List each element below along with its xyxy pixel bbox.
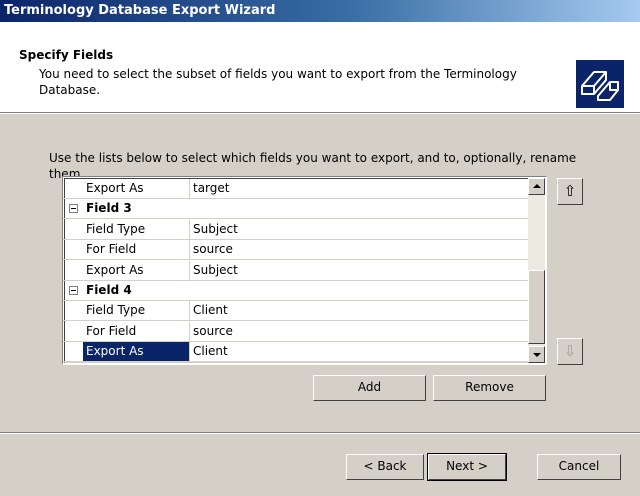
row-gutter xyxy=(63,240,83,259)
title-bar: Terminology Database Export Wizard xyxy=(0,0,640,22)
row-gutter xyxy=(63,220,83,239)
cancel-button[interactable]: Cancel xyxy=(537,454,621,480)
grid-property-row[interactable]: Export As target xyxy=(63,179,528,199)
property-value[interactable]: source xyxy=(190,240,528,259)
add-button-label: Add xyxy=(357,380,382,394)
property-name: For Field xyxy=(83,240,190,260)
grid-property-row[interactable]: Export As Client xyxy=(63,342,528,363)
property-value[interactable]: target xyxy=(190,179,528,198)
page-title: Specify Fields xyxy=(19,48,114,62)
grid-property-row[interactable]: For Field source xyxy=(63,321,528,342)
property-value[interactable]: source xyxy=(190,322,528,341)
property-name: Field Type xyxy=(83,219,190,239)
category-name: Field 3 xyxy=(86,201,132,216)
remove-button[interactable]: Remove xyxy=(433,375,546,401)
grid-property-row[interactable]: Export As Subject xyxy=(63,260,528,281)
next-button[interactable]: Next > xyxy=(427,453,507,481)
grid-category-row[interactable]: Field 3 xyxy=(63,199,528,220)
row-gutter xyxy=(63,281,83,300)
next-button-label: Next > xyxy=(446,459,488,473)
back-button[interactable]: < Back xyxy=(346,454,424,480)
move-down-button[interactable]: ⇩ xyxy=(557,338,583,365)
category-name: Field 4 xyxy=(86,283,132,297)
field-property-grid[interactable]: Export As target Field 3 Field Type Subject F… xyxy=(62,176,547,365)
arrow-up-icon xyxy=(533,184,541,188)
scroll-down-button[interactable] xyxy=(528,346,545,363)
grid-category-row[interactable]: Field 4 xyxy=(63,281,528,301)
property-value[interactable]: Client xyxy=(190,301,528,320)
wizard-header: Specify Fields You need to select the su… xyxy=(0,22,640,112)
header-separator xyxy=(0,112,640,114)
page-description: You need to select the subset of fields … xyxy=(39,67,517,97)
grid-property-row[interactable]: Field Type Client xyxy=(63,301,528,322)
scroll-up-button[interactable] xyxy=(528,178,545,195)
row-gutter xyxy=(63,322,83,341)
property-name: For Field xyxy=(83,321,190,341)
property-name: Field Type xyxy=(83,301,190,321)
move-up-button[interactable]: ⇧ xyxy=(557,178,583,205)
footer-separator xyxy=(0,432,640,434)
move-up-arrow-icon: ⇧ xyxy=(563,182,577,200)
back-button-label: < Back xyxy=(363,459,407,473)
grid-vertical-scrollbar[interactable] xyxy=(528,178,545,363)
row-gutter xyxy=(63,179,83,198)
remove-button-label: Remove xyxy=(465,380,514,394)
property-value[interactable]: Subject xyxy=(190,220,528,239)
cancel-button-label: Cancel xyxy=(558,459,600,473)
row-gutter xyxy=(63,342,83,361)
grid-property-row[interactable]: For Field source xyxy=(63,240,528,261)
property-name: Export As xyxy=(83,260,190,280)
property-value[interactable]: Subject xyxy=(190,261,528,280)
window-title: Terminology Database Export Wizard xyxy=(4,3,276,18)
move-down-arrow-icon: ⇩ xyxy=(563,342,577,360)
property-value-editor[interactable]: Client xyxy=(190,342,528,361)
row-gutter xyxy=(63,301,83,320)
property-name: Export As xyxy=(83,342,190,362)
add-button[interactable]: Add xyxy=(313,375,426,401)
row-gutter xyxy=(63,199,83,218)
export-wizard-icon xyxy=(576,60,624,108)
collapse-icon[interactable] xyxy=(69,286,78,295)
property-name: Export As xyxy=(83,179,190,198)
row-gutter xyxy=(63,261,83,280)
arrow-down-icon xyxy=(533,353,541,357)
grid-property-row[interactable]: Field Type Subject xyxy=(63,219,528,240)
scroll-thumb[interactable] xyxy=(528,270,545,344)
collapse-icon[interactable] xyxy=(69,204,78,214)
